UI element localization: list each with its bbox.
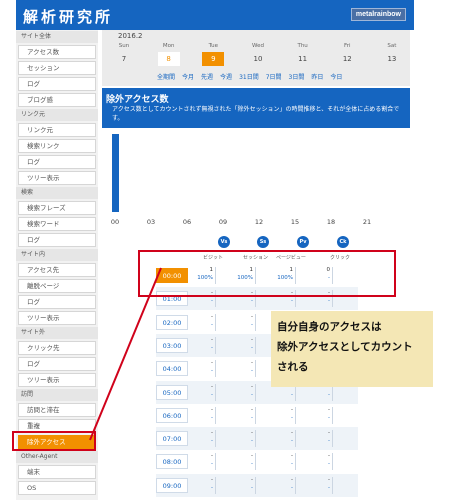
- callout-line: される: [277, 361, 309, 373]
- annotation-arrow: [89, 267, 162, 441]
- callout-note: 自分自身のアクセスは除外アクセスとしてカウント される: [271, 311, 433, 387]
- callout-line: 自分自身のアクセスは: [277, 321, 382, 333]
- callout-line: 除外アクセスとしてカウント: [277, 341, 413, 353]
- callout-text: 自分自身のアクセスは除外アクセスとしてカウント される: [277, 317, 413, 377]
